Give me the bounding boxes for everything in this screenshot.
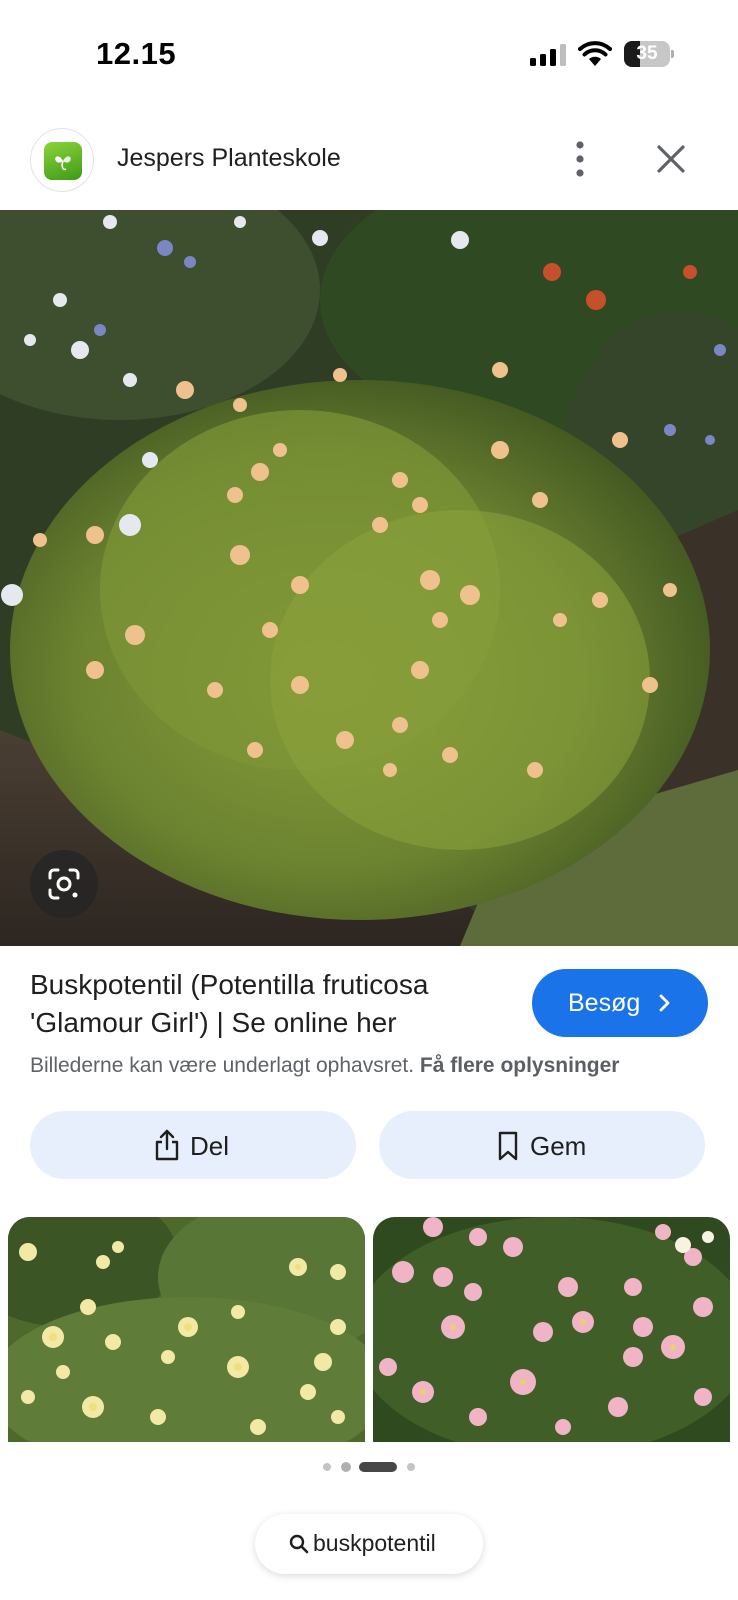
google-lens-icon — [48, 868, 80, 900]
copyright-text: Billederne kan være underlagt ophavsret. — [30, 1054, 415, 1077]
pink-flower-photo — [373, 1217, 730, 1442]
more-info-link[interactable]: Få flere oplysninger — [420, 1054, 620, 1077]
pager-dot — [341, 1462, 351, 1472]
visit-button[interactable]: Besøg — [532, 969, 708, 1037]
search-query-label: buskpotentil — [313, 1530, 436, 1556]
more-vertical-icon — [576, 141, 584, 177]
save-label: Gem — [530, 1131, 587, 1161]
related-image-pink-potentilla[interactable] — [373, 1217, 730, 1442]
pager-dot — [323, 1463, 331, 1471]
save-button[interactable]: Gem — [379, 1111, 705, 1179]
result-title[interactable]: Buskpotentil (Potentilla fruticosa 'Glam… — [30, 966, 520, 1042]
shrub-photo — [0, 210, 738, 946]
leaf-logo-icon — [55, 156, 71, 171]
visit-label: Besøg — [568, 989, 641, 1017]
share-label: Del — [190, 1131, 230, 1161]
search-icon — [289, 1534, 309, 1554]
site-header: Jespers Planteskole — [0, 118, 738, 210]
site-name[interactable]: Jespers Planteskole — [117, 144, 341, 173]
wifi-icon — [578, 41, 612, 66]
chevron-right-icon — [659, 994, 670, 1012]
more-options-button[interactable] — [562, 134, 598, 184]
copyright-notice: Billederne kan være underlagt ophavsret.… — [30, 1054, 619, 1078]
main-image[interactable] — [0, 210, 738, 946]
pager-dot-active — [359, 1462, 397, 1472]
bookmark-icon — [498, 1131, 518, 1161]
yellow-flower-photo — [8, 1217, 365, 1442]
pagination-indicator — [0, 1460, 738, 1474]
close-button[interactable] — [650, 138, 692, 180]
battery-level: 35 — [636, 43, 658, 64]
status-time: 12.15 — [96, 36, 177, 71]
share-button[interactable]: Del — [30, 1111, 356, 1179]
share-icon — [155, 1129, 179, 1161]
lens-search-button[interactable] — [30, 850, 98, 918]
related-image-yellow-potentilla[interactable] — [8, 1217, 365, 1442]
cellular-signal-icon — [530, 44, 566, 66]
battery-indicator: 35 — [624, 41, 674, 67]
pager-dot — [407, 1463, 415, 1471]
site-logo[interactable] — [30, 128, 94, 192]
search-query-chip[interactable]: buskpotentil — [255, 1514, 483, 1574]
close-icon — [657, 145, 685, 173]
status-bar: 12.15 35 — [0, 0, 738, 100]
